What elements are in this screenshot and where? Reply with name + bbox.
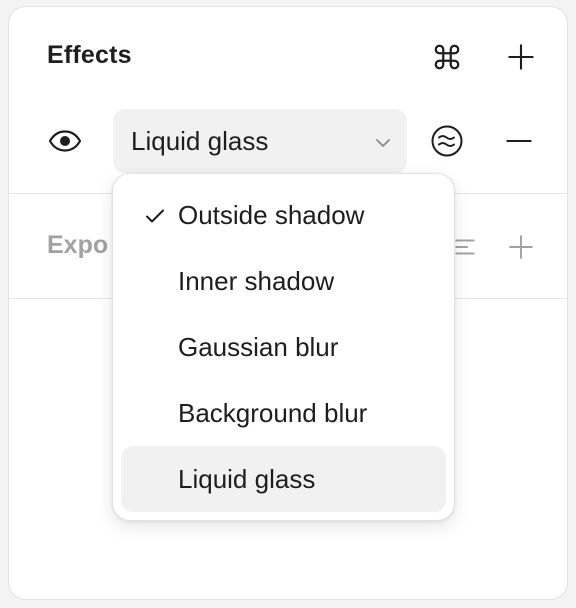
remove-effect-button[interactable] (499, 121, 539, 161)
dropdown-item-liquid-glass[interactable]: Liquid glass (121, 446, 446, 512)
command-key-icon (432, 42, 462, 72)
dropdown-item-label: Inner shadow (178, 265, 335, 296)
dropdown-item-label: Liquid glass (178, 463, 316, 494)
export-section-title: Expo (47, 231, 109, 259)
minus-icon (505, 127, 533, 155)
add-export-button[interactable] (501, 227, 541, 267)
plus-icon (507, 43, 535, 71)
liquid-wave-icon (430, 124, 464, 158)
dropdown-item-background-blur[interactable]: Background blur (121, 380, 446, 446)
effect-type-select[interactable]: Liquid glass (113, 109, 407, 173)
dropdown-item-inner-shadow[interactable]: Inner shadow (121, 248, 446, 314)
effects-section-title: Effects (47, 41, 132, 69)
chevron-down-icon (373, 133, 393, 153)
eye-icon (48, 129, 82, 153)
dropdown-item-gaussian-blur[interactable]: Gaussian blur (121, 314, 446, 380)
visibility-toggle[interactable] (45, 121, 85, 161)
dropdown-item-label: Outside shadow (178, 199, 365, 230)
dropdown-item-outside-shadow[interactable]: Outside shadow (121, 182, 446, 248)
effect-settings-button[interactable] (427, 121, 467, 161)
add-effect-button[interactable] (501, 37, 541, 77)
sliders-icon (452, 234, 478, 260)
effects-panel: Effects Liquid glass Expo Outside shadow… (8, 6, 568, 600)
plus-icon (508, 234, 534, 260)
dropdown-item-label: Background blur (178, 397, 368, 428)
effect-type-value: Liquid glass (131, 125, 269, 156)
check-icon (143, 204, 167, 228)
dropdown-item-label: Gaussian blur (178, 331, 339, 362)
effect-type-dropdown: Outside shadow Inner shadow Gaussian blu… (112, 173, 455, 521)
styles-button[interactable] (427, 37, 467, 77)
